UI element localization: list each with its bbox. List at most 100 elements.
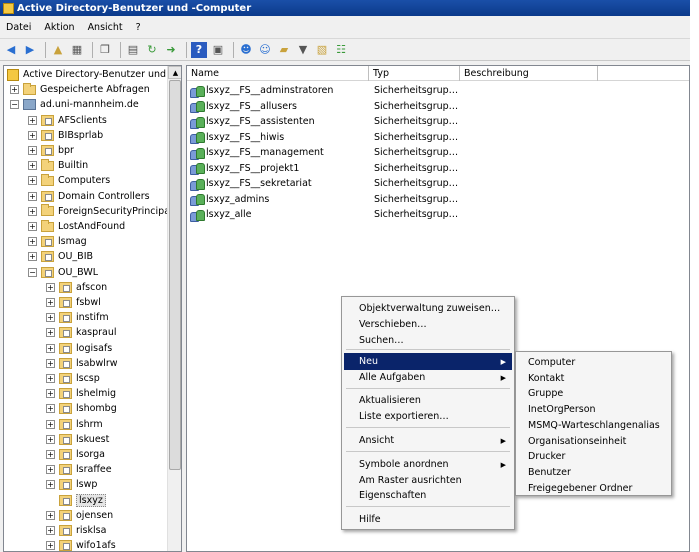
- expand-icon[interactable]: +: [28, 222, 37, 231]
- tree-item[interactable]: + Domain Controllers: [28, 189, 150, 204]
- title-bar[interactable]: Active Directory-Benutzer und -Computer: [0, 0, 690, 16]
- help-icon[interactable]: ?: [191, 41, 207, 58]
- tree-item[interactable]: + risklsa: [46, 523, 106, 538]
- context-menu-item[interactable]: Symbole anordnen ▶: [344, 456, 512, 473]
- expand-icon[interactable]: +: [46, 282, 55, 292]
- list-item[interactable]: lsxyz_alle: [190, 207, 252, 222]
- context-menu-item[interactable]: Hilfe: [344, 511, 512, 528]
- context-menu-item[interactable]: Liste exportieren…: [344, 408, 512, 425]
- tree-item[interactable]: − ad.uni-mannheim.de: [10, 97, 139, 112]
- expand-icon[interactable]: +: [46, 434, 55, 444]
- tree-item[interactable]: + Computers: [28, 173, 110, 188]
- expand-icon[interactable]: +: [46, 358, 55, 368]
- context-menu-item[interactable]: Suchen…: [344, 332, 512, 349]
- tree-item[interactable]: + Builtin: [28, 158, 88, 173]
- expand-icon[interactable]: +: [46, 298, 55, 307]
- tree-item[interactable]: − OU_BWL: [28, 265, 98, 280]
- expand-icon[interactable]: +: [46, 465, 55, 475]
- submenu-item[interactable]: Kontakt: [518, 370, 669, 387]
- list-item[interactable]: lsxyz__FS__sekretariat: [190, 176, 312, 191]
- expand-icon[interactable]: +: [28, 237, 37, 247]
- tree-item[interactable]: + lsorga: [46, 447, 105, 462]
- menu-ansicht[interactable]: Ansicht: [88, 22, 123, 33]
- menu-help[interactable]: ?: [136, 22, 141, 33]
- scroll-thumb[interactable]: [169, 80, 181, 470]
- submenu-item[interactable]: Computer: [518, 354, 669, 371]
- tree-item[interactable]: + fsbwl: [46, 295, 101, 310]
- list-item[interactable]: lsxyz__FS__projekt1: [190, 161, 299, 176]
- tree-item[interactable]: + lsabwlrw: [46, 356, 118, 371]
- context-menu-item[interactable]: Verschieben…: [344, 316, 512, 333]
- submenu-item[interactable]: Drucker: [518, 448, 669, 465]
- column-separator[interactable]: [459, 66, 460, 81]
- expand-icon[interactable]: +: [28, 206, 37, 216]
- expand-icon[interactable]: +: [28, 146, 37, 155]
- column-description[interactable]: Beschreibung: [464, 68, 529, 79]
- users-icon[interactable]: ☻: [238, 42, 254, 58]
- export-list-icon[interactable]: ➜: [163, 42, 179, 58]
- refresh-icon[interactable]: ↻: [144, 42, 160, 58]
- tree-item[interactable]: + wifo1afs: [46, 538, 116, 551]
- back-icon[interactable]: ◀: [3, 42, 19, 58]
- tree-item[interactable]: + ojensen: [46, 508, 113, 523]
- list-item[interactable]: lsxyz_admins: [190, 192, 269, 207]
- menu-datei[interactable]: Datei: [6, 22, 31, 33]
- submenu-item[interactable]: MSMQ-Warteschlangenalias: [518, 417, 669, 434]
- expand-icon[interactable]: +: [28, 252, 37, 262]
- expand-icon[interactable]: +: [46, 510, 55, 520]
- tree-item[interactable]: + ForeignSecurityPrincipal: [28, 204, 167, 219]
- list-item[interactable]: lsxyz__FS__management: [190, 145, 324, 160]
- tree-item[interactable]: + instifm: [46, 310, 109, 325]
- tree-item[interactable]: + afscon: [46, 280, 107, 295]
- tree-item[interactable]: + OU_BIB: [28, 249, 93, 264]
- list-item[interactable]: lsxyz__FS__hiwis: [190, 130, 284, 145]
- tree-item[interactable]: + BIBsprlab: [28, 128, 103, 143]
- column-separator[interactable]: [368, 66, 369, 81]
- expand-icon[interactable]: +: [46, 343, 55, 353]
- list-item[interactable]: lsxyz__FS__assistenten: [190, 114, 315, 129]
- expand-icon[interactable]: +: [28, 161, 37, 171]
- column-name[interactable]: Name: [191, 68, 219, 79]
- tree-item[interactable]: + lswp: [46, 477, 97, 492]
- context-menu-item[interactable]: Aktualisieren: [344, 392, 512, 409]
- forward-icon[interactable]: ▶: [22, 42, 38, 58]
- tree-item[interactable]: + AFSclients: [28, 113, 107, 128]
- menu-aktion[interactable]: Aktion: [44, 22, 74, 33]
- tree-item[interactable]: + lshelmig: [46, 386, 116, 401]
- copy-icon[interactable]: ❐: [97, 42, 113, 58]
- tree-item[interactable]: + lsraffee: [46, 462, 112, 477]
- expand-icon[interactable]: +: [46, 313, 55, 323]
- expand-icon[interactable]: +: [28, 191, 37, 201]
- context-menu-item[interactable]: Alle Aufgaben ▶: [344, 369, 512, 386]
- submenu-item[interactable]: Gruppe: [518, 385, 669, 402]
- tree-item[interactable]: + lsmag: [28, 234, 87, 249]
- add-user-icon[interactable]: ☺: [257, 42, 273, 58]
- submenu-item[interactable]: Freigegebener Ordner: [518, 480, 669, 497]
- show-tree-icon[interactable]: ▦: [69, 42, 85, 58]
- scroll-up-icon[interactable]: ▲: [168, 66, 181, 79]
- expand-icon[interactable]: +: [46, 389, 55, 399]
- submenu-item[interactable]: Benutzer: [518, 464, 669, 481]
- expand-icon[interactable]: +: [46, 480, 55, 490]
- expand-icon[interactable]: +: [28, 130, 37, 140]
- console-tree-icon[interactable]: ▣: [210, 42, 226, 58]
- expand-icon[interactable]: +: [46, 374, 55, 383]
- expand-icon[interactable]: +: [10, 85, 19, 95]
- tree-item[interactable]: + kaspraul: [46, 325, 117, 340]
- context-menu-item[interactable]: Objektverwaltung zuweisen…: [344, 300, 512, 317]
- filter-icon[interactable]: ▼: [295, 42, 311, 58]
- tree-item[interactable]: + lskuest: [46, 432, 109, 447]
- list-item[interactable]: lsxyz__FS__allusers: [190, 99, 297, 114]
- expand-icon[interactable]: +: [46, 450, 55, 459]
- expand-icon[interactable]: +: [28, 115, 37, 125]
- properties-icon[interactable]: ▤: [125, 42, 141, 58]
- expand-icon[interactable]: +: [46, 404, 55, 414]
- tree-item[interactable]: + lshombg: [46, 401, 117, 416]
- submenu-item[interactable]: Organisationseinheit: [518, 433, 669, 450]
- list-item[interactable]: lsxyz__FS__adminstratoren: [190, 83, 333, 98]
- column-type[interactable]: Typ: [373, 68, 389, 79]
- query-icon[interactable]: ▧: [314, 42, 330, 58]
- tree-item[interactable]: lsxyz: [46, 493, 106, 508]
- tree-item[interactable]: + lshrm: [46, 417, 103, 432]
- submenu-item[interactable]: InetOrgPerson: [518, 401, 669, 418]
